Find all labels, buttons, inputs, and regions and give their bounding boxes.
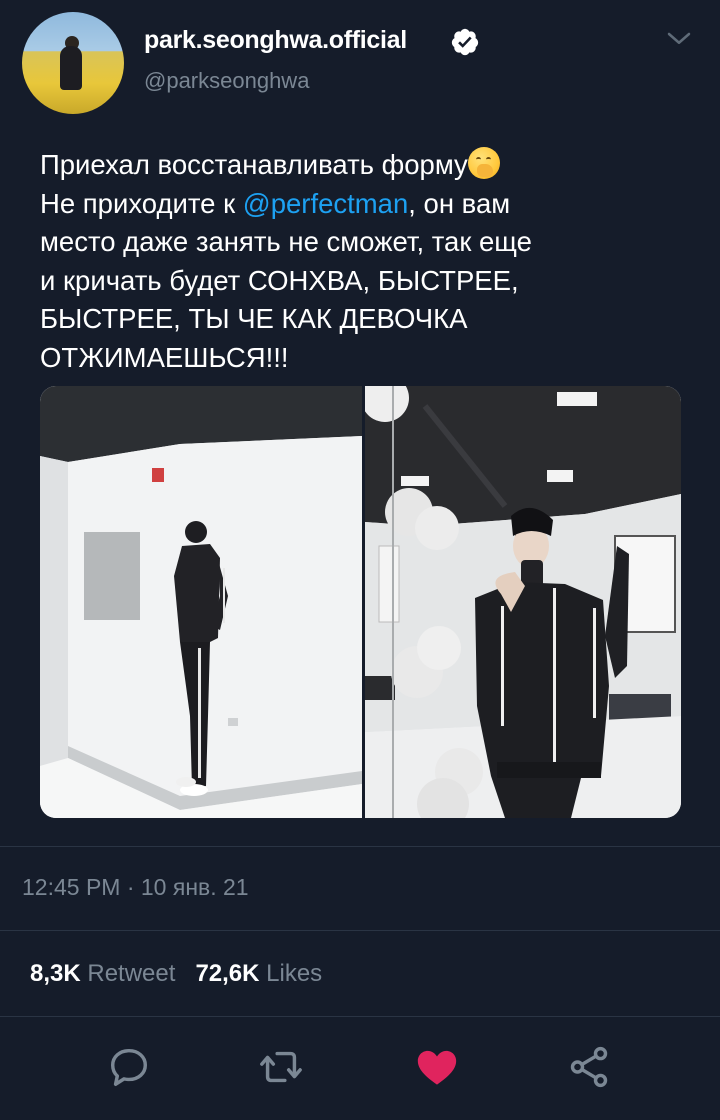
tweet-timestamp[interactable]: 12:45 PM · 10 янв. 21 [22,874,249,901]
divider [0,930,720,931]
photo-2-illustration [365,386,681,818]
verified-badge-icon [451,28,479,56]
retweet-icon[interactable] [258,1044,304,1090]
tweet-text-line-2a: Не приходите к [40,187,243,219]
likes-count[interactable]: 72,6K [195,960,259,987]
divider [0,1016,720,1017]
reply-icon[interactable] [106,1044,152,1090]
tweet-stats: 8,3K Retweet 72,6K Likes [30,960,322,988]
share-icon[interactable] [566,1044,612,1090]
heart-icon[interactable] [414,1044,460,1090]
avatar-person-body [60,46,82,90]
tweet-text-line-2b: , он вам [408,187,511,219]
retweet-label[interactable]: Retweet [87,960,175,987]
tweet-photo-2[interactable] [365,386,681,818]
tweet-line: Не приходите к @perfectman, он вам [40,185,680,224]
tweet-text-line-3: место даже занять не сможет, так еще [40,226,532,257]
tweet-actions [0,1040,720,1094]
tweet-text-line-5: БЫСТРЕЕ, ТЫ ЧЕ КАК ДЕВОЧКА [40,303,468,334]
mention-link[interactable]: @perfectman [243,188,408,219]
chevron-down-icon[interactable] [664,24,694,54]
tweet-text-line-1: Приехал восстанавливать форму [40,149,468,180]
retweet-count[interactable]: 8,3K [30,960,81,987]
tweet-photo-1[interactable] [40,386,362,818]
tweet-text-line-6: ОТЖИМАЕШЬСЯ!!! [40,341,289,373]
tweet-text-line-4: и кричать будет СОНХВА, БЫСТРЕЕ, [40,264,519,296]
tweet-media [40,386,681,818]
tweet-line: Приехал восстанавливать форму [40,146,680,185]
tweet-text: Приехал восстанавливать форму Не приходи… [40,146,680,377]
avatar[interactable] [22,12,124,114]
face-with-hand-over-mouth-icon [467,147,500,179]
likes-label[interactable]: Likes [266,960,322,987]
display-name[interactable]: park.seonghwa.official [144,26,407,55]
user-handle[interactable]: @parkseonghwa [144,68,309,94]
photo-1-illustration [40,386,362,818]
tweet-header: park.seonghwa.official @parkseonghwa [22,12,702,116]
divider [0,846,720,847]
